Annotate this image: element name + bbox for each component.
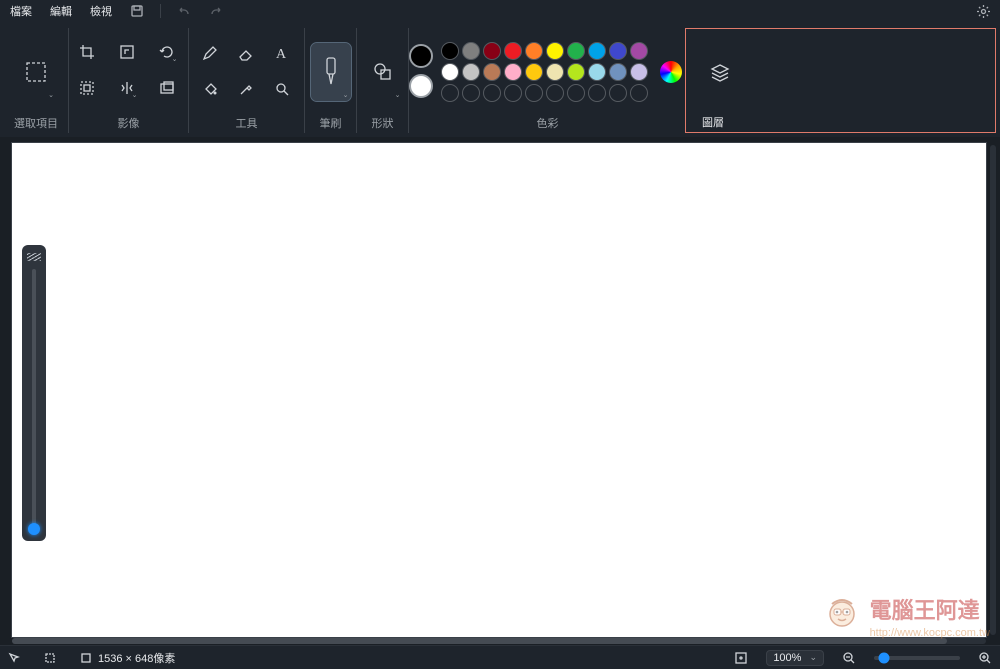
zoom-slider[interactable] [874,656,960,660]
color-swatch-empty[interactable] [567,84,585,102]
color-swatch[interactable] [588,42,606,60]
color-swatch-empty[interactable] [588,84,606,102]
rect-select-tool[interactable]: ⌄ [16,43,56,101]
image-more-tool[interactable] [154,75,180,101]
color-swatch[interactable] [441,63,459,81]
color-swatch[interactable] [483,42,501,60]
color-swatch[interactable] [525,63,543,81]
redo-icon[interactable] [207,2,225,20]
resize-tool[interactable] [114,39,140,65]
zoom-out-button[interactable] [842,651,856,665]
brush-size-handle[interactable] [28,523,40,535]
work-area: 電腦王阿達 http://www.kocpc.com.tw [0,137,1000,645]
group-label: 圖層 [702,114,724,130]
color-swatch[interactable] [525,42,543,60]
ribbon-group-brush: ⌄ 筆刷 [304,28,356,133]
color-swatch-empty[interactable] [630,84,648,102]
ribbon-group-tools: A 工具 [188,28,304,133]
primary-color-swatch[interactable] [409,44,433,68]
layers-button[interactable] [702,44,738,102]
zoom-in-button[interactable] [978,651,992,665]
color-swatch[interactable] [567,63,585,81]
group-label: 形狀 [357,115,408,131]
save-icon[interactable] [128,2,146,20]
group-label: 工具 [189,115,304,131]
brush-size-panel [22,245,46,541]
color-swatch[interactable] [588,63,606,81]
group-label: 筆刷 [305,115,356,131]
crop-tool[interactable] [74,39,100,65]
menu-bar: 檔案 編輯 檢視 [0,0,1000,22]
ribbon-group-layers: 圖層 [685,28,996,133]
menu-view[interactable]: 檢視 [88,1,114,21]
fill-tool[interactable] [197,76,223,102]
picker-tool[interactable] [233,76,259,102]
brush-tool[interactable]: ⌄ [311,43,351,101]
select-all-tool[interactable] [74,75,100,101]
color-swatch[interactable] [609,42,627,60]
zoom-value: 100% [773,652,801,664]
ribbon-group-shapes: ⌄ 形狀 [356,28,408,133]
color-swatch[interactable] [630,42,648,60]
ribbon-group-select: ⌄ 選取項目 [4,28,68,133]
zoom-slider-handle[interactable] [879,652,890,663]
menu-edit[interactable]: 編輯 [48,1,74,21]
color-swatch[interactable] [546,42,564,60]
color-swatch[interactable] [462,42,480,60]
color-swatch[interactable] [546,63,564,81]
color-swatch-empty[interactable] [504,84,522,102]
color-swatch[interactable] [567,42,585,60]
status-cursor-position [8,652,26,664]
settings-icon[interactable] [974,2,992,20]
status-canvas-size: 1536 × 648像素 [80,650,175,666]
rotate-tool[interactable]: ⌄ [154,39,180,65]
group-label: 選取項目 [4,115,68,131]
text-tool[interactable]: A [269,40,295,66]
zoom-combo[interactable]: 100% ⌄ [766,650,824,666]
fit-to-window-button[interactable] [734,651,748,665]
status-bar: 1536 × 648像素 100% ⌄ [0,645,1000,669]
group-label: 色彩 [409,115,686,131]
color-swatch[interactable] [504,42,522,60]
canvas[interactable] [12,143,986,637]
vertical-scrollbar[interactable] [990,145,996,635]
shapes-tool[interactable]: ⌄ [363,43,403,101]
color-swatch-empty[interactable] [609,84,627,102]
color-swatch[interactable] [504,63,522,81]
magnifier-tool[interactable] [269,76,295,102]
brush-size-slider[interactable] [32,269,36,533]
color-swatch[interactable] [483,63,501,81]
horizontal-scroll-thumb[interactable] [12,638,947,644]
undo-icon[interactable] [175,2,193,20]
color-swatch[interactable] [441,42,459,60]
ribbon: ⌄ 選取項目 ⌄ [0,22,1000,137]
color-swatch-empty[interactable] [462,84,480,102]
color-swatch-empty[interactable] [483,84,501,102]
chevron-down-icon: ⌄ [809,652,817,663]
color-swatch[interactable] [609,63,627,81]
ribbon-group-colors: 色彩 [408,28,686,133]
color-swatch[interactable] [630,63,648,81]
edit-colors-button[interactable] [660,61,682,83]
color-swatch-empty[interactable] [441,84,459,102]
svg-text:A: A [276,47,287,62]
pencil-tool[interactable] [197,40,223,66]
status-selection-size [44,652,62,664]
brush-size-icon [27,253,41,261]
group-label: 影像 [69,115,188,131]
color-palette [441,42,648,102]
horizontal-scrollbar[interactable] [12,638,986,644]
menu-file[interactable]: 檔案 [8,1,34,21]
secondary-color-swatch[interactable] [409,74,433,98]
eraser-tool[interactable] [233,40,259,66]
color-swatch[interactable] [462,63,480,81]
color-swatch-empty[interactable] [525,84,543,102]
color-swatch-empty[interactable] [546,84,564,102]
flip-tool[interactable]: ⌄ [114,75,140,101]
ribbon-group-image: ⌄ ⌄ 影像 [68,28,188,133]
